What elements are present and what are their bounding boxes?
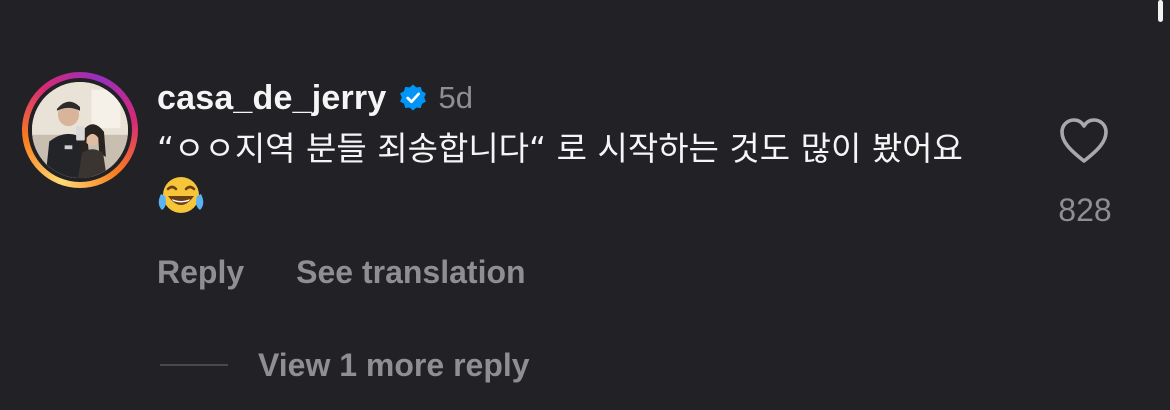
comment-timestamp: 5d [438,80,473,115]
view-more-replies-button[interactable]: View 1 more reply [258,347,530,384]
heart-outline-icon [1060,118,1108,163]
comment-body: “ㅇㅇ지역 분들 죄송합니다“ 로 시작하는 것도 많이 봤어요 [157,124,1007,224]
replies-divider [160,364,228,366]
verified-badge-icon [398,83,428,113]
like-count: 828 [1058,192,1112,228]
scrollbar[interactable] [1158,0,1163,22]
avatar-story-ring[interactable] [22,72,138,188]
comment-text: “ㅇㅇ지역 분들 죄송합니다“ 로 시작하는 것도 많이 봤어요 [157,129,963,168]
avatar [32,82,128,178]
username[interactable]: casa_de_jerry [157,79,386,118]
tears-of-joy-emoji-icon [157,174,205,218]
see-translation-button[interactable]: See translation [296,254,525,291]
reply-button[interactable]: Reply [157,254,244,291]
like-button[interactable] [1058,116,1110,166]
